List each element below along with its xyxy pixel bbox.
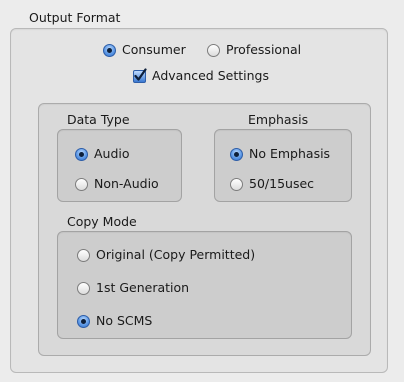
emphasis-title: Emphasis [248,112,309,127]
consumer-label: Consumer [122,42,186,57]
no-emphasis-radio[interactable]: No Emphasis [230,147,330,161]
consumer-radio[interactable]: Consumer [103,43,186,57]
radio-unselected-icon [77,248,90,262]
copy-mode-option-label: No SCMS [96,313,153,328]
copy-mode-no-scms-radio[interactable]: No SCMS [77,314,152,328]
emphasis-option-label: No Emphasis [249,146,331,161]
advanced-settings-checkbox[interactable]: Advanced Settings [133,67,269,83]
copy-mode-1st-generation-radio[interactable]: 1st Generation [77,281,189,295]
professional-radio[interactable]: Professional [207,43,301,57]
radio-selected-icon [103,43,116,57]
checkmark-icon [133,67,147,83]
data-type-audio-radio[interactable]: Audio [75,147,130,161]
radio-selected-icon [77,314,90,328]
emphasis-50-15usec-radio[interactable]: 50/15usec [230,177,314,191]
copy-mode-original-radio[interactable]: Original (Copy Permitted) [77,248,255,262]
copy-mode-option-label: 1st Generation [96,280,190,295]
data-type-group [57,129,182,202]
data-type-title: Data Type [67,112,130,127]
advanced-settings-label: Advanced Settings [152,68,269,83]
output-format-title: Output Format [29,10,121,25]
data-type-option-label: Non-Audio [94,176,159,191]
data-type-non-audio-radio[interactable]: Non-Audio [75,177,159,191]
data-type-option-label: Audio [94,146,130,161]
radio-selected-icon [230,147,243,161]
professional-label: Professional [226,42,302,57]
emphasis-option-label: 50/15usec [249,176,315,191]
radio-unselected-icon [75,177,88,191]
radio-unselected-icon [207,43,220,57]
radio-unselected-icon [230,177,243,191]
radio-unselected-icon [77,281,90,295]
copy-mode-option-label: Original (Copy Permitted) [96,247,256,262]
radio-selected-icon [75,147,88,161]
emphasis-group [214,129,352,202]
copy-mode-title: Copy Mode [67,214,137,229]
